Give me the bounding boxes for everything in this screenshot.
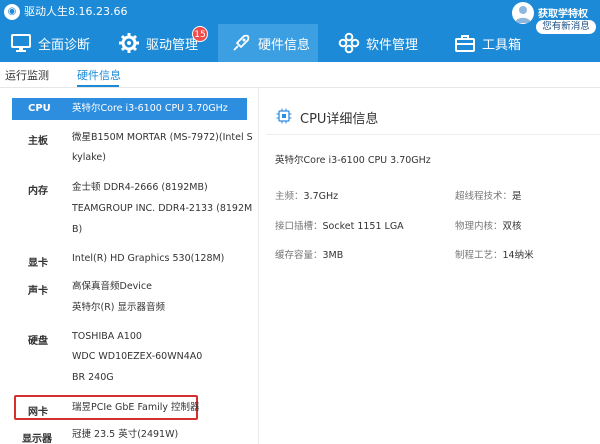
driver-update-badge: 15 xyxy=(192,26,208,42)
spec-label: 接口插槽： xyxy=(275,221,323,232)
cpu-full-name: 英特尔Core i3-6100 CPU 3.70GHz xyxy=(275,155,431,166)
nav-label: 全面诊断 xyxy=(38,37,91,53)
spec-process: 制程工艺：14纳米 xyxy=(455,247,534,261)
spec-value: Socket 1151 LGA xyxy=(322,221,404,232)
spec-value: 双核 xyxy=(502,221,522,232)
spec-value: 3.7GHz xyxy=(303,191,339,202)
apps-icon xyxy=(338,32,360,54)
spec-value: 3MB xyxy=(322,250,344,261)
nav-hardware-info[interactable]: 硬件信息 xyxy=(218,24,318,62)
hardware-value: BR 240G xyxy=(72,372,114,383)
main-nav: 全面诊断 驱动管理 15 硬件信息 软件管理 工具箱 xyxy=(0,24,600,62)
hardware-value: B) xyxy=(72,224,83,235)
hardware-label-disk[interactable]: 硬盘 xyxy=(28,332,48,347)
spec-physical-cores: 物理内核：双核 xyxy=(455,218,522,232)
spec-label: 制程工艺： xyxy=(455,250,503,261)
spec-label: 超线程技术： xyxy=(455,191,513,202)
tab-hardware-info[interactable]: 硬件信息 xyxy=(77,67,121,83)
spec-frequency: 主频：3.7GHz xyxy=(275,188,338,202)
spec-cache: 缓存容量：3MB xyxy=(275,247,343,261)
spec-socket: 接口插槽：Socket 1151 LGA xyxy=(275,218,404,232)
spec-value: 是 xyxy=(512,191,522,202)
new-message-button[interactable]: 您有新消息 xyxy=(536,20,596,34)
hardware-label-cpu[interactable]: CPU xyxy=(28,103,51,114)
hardware-value: 英特尔(R) 显示器音频 xyxy=(72,302,166,313)
spec-hyperthreading: 超线程技术：是 xyxy=(455,188,522,202)
vip-privilege-link[interactable]: 获取学特权 xyxy=(538,5,588,20)
nav-label: 硬件信息 xyxy=(258,37,311,53)
title-bar: ◉ 驱动人生8.16.23.66 xyxy=(0,0,600,24)
nav-toolbox[interactable]: 工具箱 xyxy=(454,24,534,62)
hardware-value: 金士顿 DDR4-2666 (8192MB) xyxy=(72,182,208,193)
hardware-label-memory[interactable]: 内存 xyxy=(28,182,48,197)
monitor-icon xyxy=(11,34,31,52)
hardware-value[interactable]: 英特尔Core i3-6100 CPU 3.70GHz xyxy=(72,99,228,119)
rocket-icon xyxy=(233,34,250,51)
hardware-label-motherboard[interactable]: 主板 xyxy=(28,132,48,147)
app-logo-icon: ◉ xyxy=(4,4,20,20)
hardware-value: 高保真音频Device xyxy=(72,281,152,292)
hardware-label-graphics[interactable]: 显卡 xyxy=(28,254,48,269)
tab-runtime-monitor[interactable]: 运行监测 xyxy=(5,67,49,83)
spec-label: 物理内核： xyxy=(455,221,503,232)
spec-value: 14纳米 xyxy=(502,250,534,261)
spec-label: 主频： xyxy=(275,191,304,202)
detail-title: CPU详细信息 xyxy=(300,112,379,127)
nav-label: 工具箱 xyxy=(482,37,522,53)
hardware-value: 微星B150M MORTAR (MS-7972)(Intel S xyxy=(72,132,253,143)
hardware-label-sound[interactable]: 声卡 xyxy=(28,282,48,297)
hardware-label-network[interactable]: 网卡 xyxy=(28,403,48,418)
gear-icon xyxy=(119,33,139,53)
hardware-value: 冠捷 23.5 英寸(2491W) xyxy=(72,429,179,440)
cpu-chip-icon xyxy=(276,108,292,124)
nav-full-diagnosis[interactable]: 全面诊断 xyxy=(10,24,110,62)
hardware-value: WDC WD10EZEX-60WN4A0 xyxy=(72,351,203,362)
hardware-value: 瑞昱PCIe GbE Family 控制器 xyxy=(72,402,200,413)
panel-divider xyxy=(258,88,259,444)
toolbox-icon xyxy=(455,35,475,52)
hardware-value: kylake) xyxy=(72,152,106,163)
detail-divider xyxy=(266,134,600,135)
hardware-value: Intel(R) HD Graphics 530(128M) xyxy=(72,253,225,264)
user-avatar[interactable] xyxy=(512,2,534,24)
hardware-label-monitor[interactable]: 显示器 xyxy=(22,430,52,444)
spec-label: 缓存容量： xyxy=(275,250,323,261)
nav-software-management[interactable]: 软件管理 xyxy=(338,24,438,62)
nav-label: 软件管理 xyxy=(366,37,419,53)
active-tab-underline xyxy=(77,85,119,87)
nav-label: 驱动管理 xyxy=(146,37,199,53)
app-title: 驱动人生8.16.23.66 xyxy=(24,5,128,18)
hardware-value: TOSHIBA A100 xyxy=(72,331,142,342)
sub-tab-bar: 运行监测 硬件信息 xyxy=(0,62,600,88)
hardware-value: TEAMGROUP INC. DDR4-2133 (8192M xyxy=(72,203,253,214)
